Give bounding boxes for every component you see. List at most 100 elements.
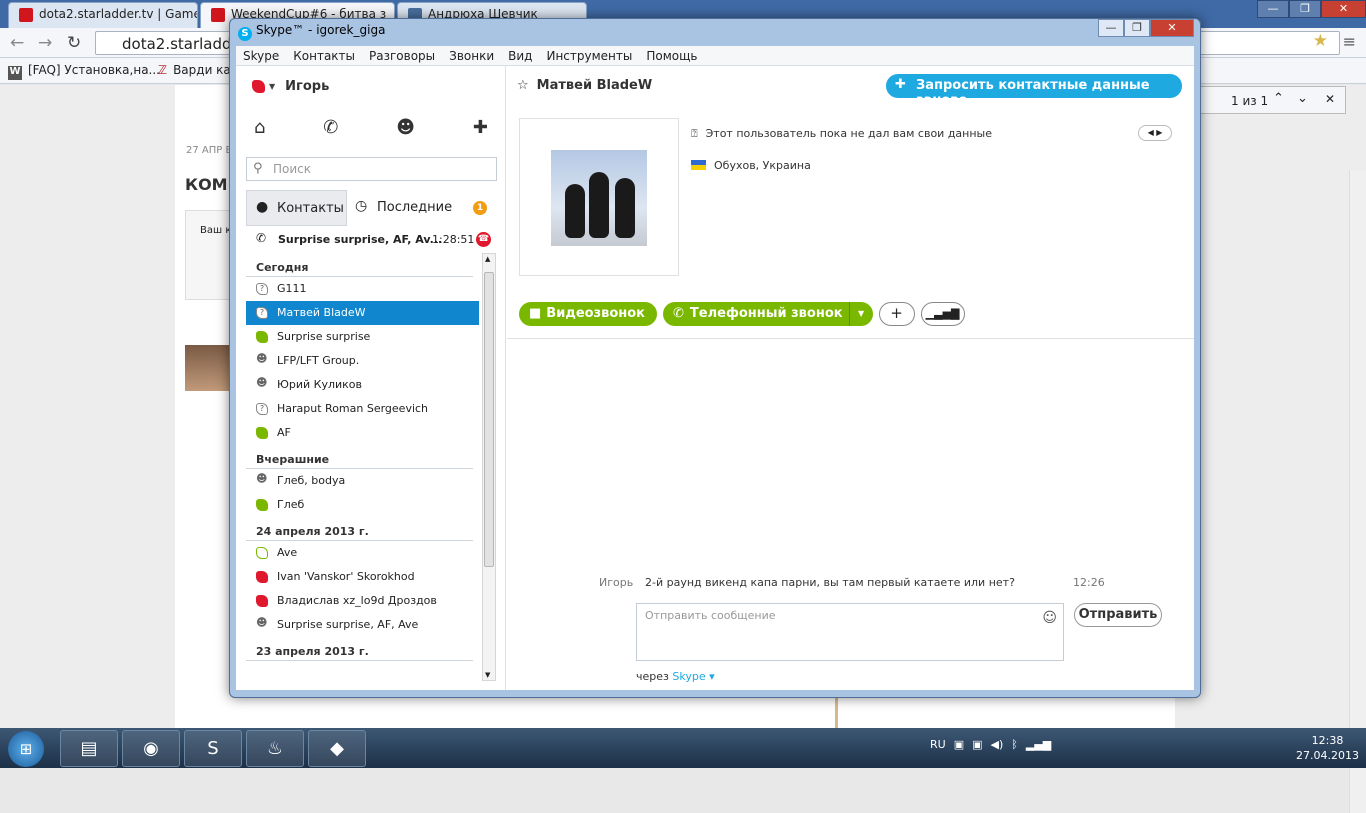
skype-maximize-button[interactable]: ❐	[1124, 19, 1150, 37]
status-away-icon	[256, 547, 268, 559]
clock[interactable]: 12:38 27.04.2013	[1296, 733, 1359, 763]
tray-app-icon[interactable]: ▣	[954, 738, 964, 751]
skype-taskbar-button[interactable]: S	[184, 730, 242, 767]
find-close-icon[interactable]: ✕	[1325, 92, 1335, 106]
contact-header: ☆ Матвей BladeW	[517, 78, 653, 93]
request-contact-details-button[interactable]: ✚ Запросить контактные данные заново	[886, 74, 1182, 108]
browser-tab[interactable]: dota2.starladder.tv | Game	[8, 2, 198, 28]
status-unknown-icon: ?	[256, 307, 268, 319]
page-scrollbar[interactable]	[1349, 170, 1366, 813]
hangup-icon[interactable]: ☎	[476, 232, 491, 247]
signal-bars-icon: ▁▃▅▇	[925, 307, 960, 320]
contact-item-selected[interactable]: ? Матвей BladeW	[246, 301, 479, 325]
contact-item[interactable]: ? G111	[246, 277, 479, 301]
video-call-button[interactable]: ■ Видеозвонок	[519, 302, 658, 326]
contact-item[interactable]: ? Haraput Roman Sergeevich	[246, 397, 479, 421]
contact-item[interactable]: ☻ LFP/LFT Group.	[246, 349, 479, 373]
active-call-row[interactable]: ✆ Surprise surprise, AF, Av... 1:28:51 ☎	[246, 229, 497, 251]
chevron-down-icon[interactable]: ▼	[269, 82, 275, 91]
menu-skype[interactable]: Skype	[236, 49, 286, 63]
bluetooth-icon[interactable]: ᛒ	[1011, 738, 1018, 751]
menu-tools[interactable]: Инструменты	[539, 49, 639, 63]
menu-contacts[interactable]: Контакты	[286, 49, 362, 63]
status-unknown-icon: ?	[256, 403, 268, 415]
contact-item[interactable]: Ave	[246, 541, 479, 565]
search-input[interactable]: ⚲ Поиск	[246, 157, 497, 181]
profile-picture	[551, 150, 647, 246]
phone-call-button[interactable]: ✆ Телефонный звонок ▼	[663, 302, 873, 326]
call-phone-icon[interactable]: ✆	[323, 117, 338, 138]
find-next-icon[interactable]: ⌄	[1297, 91, 1308, 106]
minimize-button[interactable]: —	[1257, 0, 1289, 18]
contact-item[interactable]: Surprise surprise	[246, 325, 479, 349]
chrome-menu-icon[interactable]: ≡	[1343, 32, 1356, 51]
send-button[interactable]: Отправить	[1074, 603, 1162, 627]
contact-list: Сегодня? G111? Матвей BladeW Surprise surpr…	[246, 253, 479, 681]
comment-box[interactable]: Ваш к	[185, 210, 235, 300]
send-via: через Skype ▾	[636, 670, 715, 683]
status-dnd-icon	[256, 595, 268, 607]
tray-app-icon[interactable]: ▣	[972, 738, 982, 751]
scroll-thumb[interactable]	[484, 272, 494, 567]
reload-icon[interactable]: ↻	[67, 33, 81, 53]
contact-item[interactable]: Ivan 'Vanskor' Skorokhod	[246, 565, 479, 589]
menu-view[interactable]: Вид	[501, 49, 539, 63]
maximize-button[interactable]: ❐	[1289, 0, 1321, 18]
status-online-icon	[256, 331, 268, 343]
emoticon-icon[interactable]: ☺	[1042, 610, 1057, 626]
call-actions: ■ Видеозвонок ✆ Телефонный звонок ▼ + ▁▃▅▇	[519, 302, 965, 326]
contact-item[interactable]: AF	[246, 421, 479, 445]
starladder-icon	[19, 8, 33, 22]
skype-minimize-button[interactable]: —	[1098, 19, 1124, 37]
steam-taskbar-button[interactable]: ♨	[246, 730, 304, 767]
menu-conversations[interactable]: Разговоры	[362, 49, 442, 63]
scroll-up-icon[interactable]: ▲	[485, 255, 490, 263]
contact-item[interactable]: Глеб	[246, 493, 479, 517]
forward-icon[interactable]: →	[38, 33, 52, 53]
my-profile[interactable]: ▼ Игорь	[252, 79, 329, 94]
plus-icon: +	[890, 304, 903, 322]
message-author: Игорь	[599, 576, 634, 589]
message-input[interactable]: Отправить сообщение ☺	[636, 603, 1064, 661]
contact-name: Матвей BladeW	[277, 306, 366, 319]
add-to-call-button[interactable]: +	[878, 302, 915, 326]
tab-recent[interactable]: ◷ Последние 1	[347, 190, 497, 226]
unknown-status-icon: ⍰	[691, 127, 698, 140]
dota-taskbar-button[interactable]: ◆	[308, 730, 366, 767]
favorite-star-icon[interactable]: ☆	[517, 78, 529, 93]
language-indicator[interactable]: RU	[930, 738, 946, 751]
tab-contacts[interactable]: ● Контакты	[246, 190, 347, 226]
chrome-taskbar-button[interactable]: ◉	[122, 730, 180, 767]
browser-window-controls: — ❐ ✕	[1257, 0, 1366, 18]
contact-list-scrollbar[interactable]: ▲ ▼	[482, 253, 496, 681]
scroll-down-icon[interactable]: ▼	[485, 671, 490, 679]
start-button[interactable]: ⊞	[8, 731, 44, 767]
group-icon: ☻	[256, 352, 268, 365]
contact-item[interactable]: Владислав xz_lo9d Дроздов	[246, 589, 479, 613]
menu-help[interactable]: Помощь	[639, 49, 704, 63]
group-icon: ☻	[256, 376, 268, 389]
contact-item[interactable]: ☻ Юрий Куликов	[246, 373, 479, 397]
bookmark-star-icon[interactable]: ★	[1313, 31, 1328, 51]
contact-item[interactable]: ☻ Surprise surprise, AF, Ave	[246, 613, 479, 637]
via-skype-dropdown[interactable]: Skype ▾	[672, 670, 714, 683]
add-contact-icon[interactable]: ✚	[473, 117, 488, 138]
home-icon[interactable]: ⌂	[254, 117, 265, 138]
bookmark-item[interactable]: W [FAQ] Установка,на...	[8, 63, 160, 80]
menu-calls[interactable]: Звонки	[442, 49, 501, 63]
back-icon[interactable]: ←	[10, 33, 24, 53]
bookmark-favicon-icon: ℤ	[158, 63, 168, 77]
call-quality-button[interactable]: ▁▃▅▇	[920, 302, 965, 326]
find-prev-icon[interactable]: ⌃	[1273, 91, 1284, 106]
volume-icon[interactable]: ◀)	[991, 738, 1004, 751]
profile-pager[interactable]: ◀ ▶	[1138, 125, 1172, 141]
bookmark-item[interactable]: ℤ Варди как	[158, 63, 238, 77]
explorer-taskbar-button[interactable]: ▤	[60, 730, 118, 767]
status-dnd-icon	[252, 80, 265, 93]
network-icon[interactable]: ▂▄▆	[1026, 738, 1051, 751]
chevron-down-icon[interactable]: ▼	[848, 302, 873, 326]
group-icon[interactable]: ☻	[396, 117, 415, 138]
close-button[interactable]: ✕	[1321, 0, 1366, 18]
contact-item[interactable]: ☻ Глеб, bodya	[246, 469, 479, 493]
skype-close-button[interactable]: ✕	[1150, 19, 1194, 37]
